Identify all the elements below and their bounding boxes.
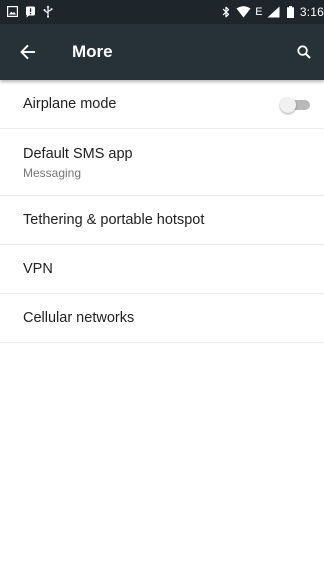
item-title: Default SMS app [23, 146, 133, 162]
status-bar: E 3:16 [0, 0, 324, 24]
image-notification-icon [7, 6, 18, 17]
list-item-airplane-mode[interactable]: Airplane mode [0, 80, 324, 129]
item-title: Airplane mode [23, 96, 117, 112]
list-item-tethering-hotspot[interactable]: Tethering & portable hotspot [0, 196, 324, 245]
status-time: 3:16 [299, 5, 324, 19]
page-title: More [72, 42, 113, 61]
item-title: Cellular networks [23, 310, 135, 326]
settings-list: Airplane mode Default SMS app Messaging … [0, 80, 324, 343]
list-item-default-sms-app[interactable]: Default SMS app Messaging [0, 129, 324, 196]
usb-icon [43, 5, 53, 18]
item-title: Tethering & portable hotspot [23, 212, 205, 228]
search-button[interactable] [284, 32, 324, 72]
search-icon [297, 45, 311, 59]
cell-signal-icon [267, 6, 280, 18]
toggle-thumb [280, 97, 296, 113]
network-type-label: E [255, 6, 263, 18]
bluetooth-icon [222, 6, 230, 18]
wifi-icon [236, 6, 251, 18]
back-button[interactable] [8, 32, 48, 72]
arrow-back-icon [20, 44, 36, 60]
airplane-mode-toggle[interactable] [280, 97, 310, 113]
notification-icons [7, 5, 53, 18]
app-toolbar: More [0, 24, 324, 80]
item-summary: Messaging [23, 166, 82, 180]
list-item-vpn[interactable]: VPN [0, 245, 324, 294]
item-title: VPN [23, 261, 53, 277]
list-item-cellular-networks[interactable]: Cellular networks [0, 294, 324, 343]
alert-notification-icon [25, 6, 36, 18]
system-icons: E 3:16 [222, 5, 324, 19]
battery-icon [286, 6, 294, 18]
